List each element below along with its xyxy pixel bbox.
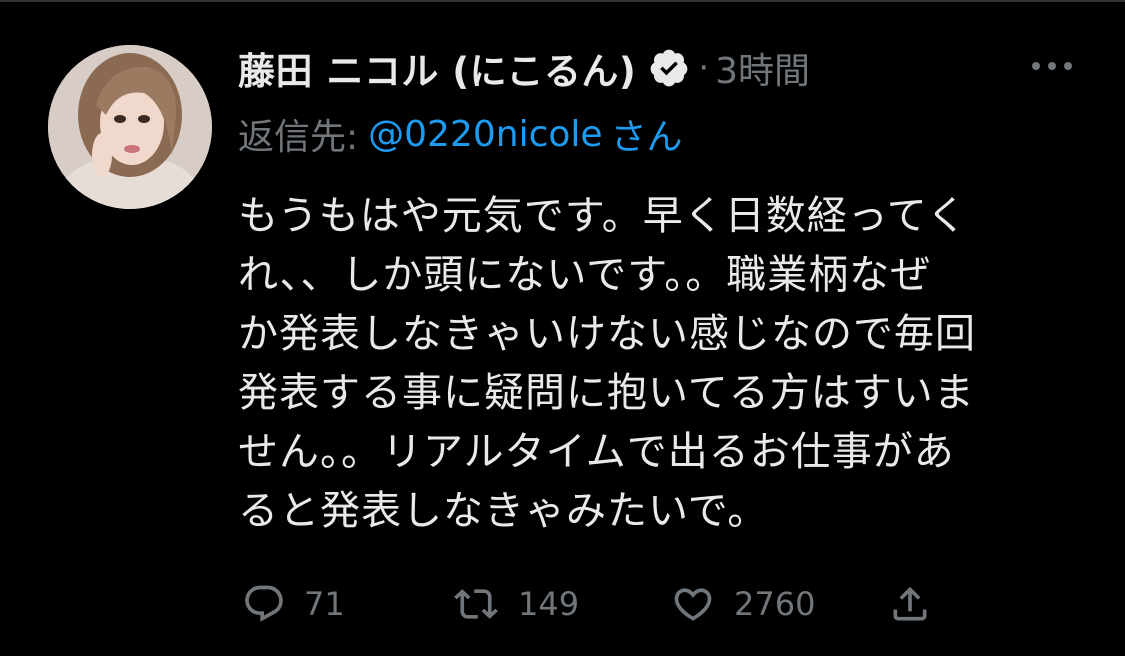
reply-icon xyxy=(242,582,286,626)
more-horizontal-icon[interactable] xyxy=(1028,50,1076,82)
share-icon xyxy=(888,582,932,626)
tweet-header: 藤田 ニコル (にこるん) · 3時間 xyxy=(238,40,810,96)
display-name[interactable]: 藤田 ニコル (にこるん) xyxy=(238,41,636,95)
tweet-text-line: ると発表しなきゃみたいで。 xyxy=(238,488,769,534)
action-bar: 71 149 2760 xyxy=(238,576,998,632)
like-button[interactable]: 2760 xyxy=(670,576,815,632)
like-count: 2760 xyxy=(734,585,816,623)
share-button[interactable] xyxy=(888,576,932,632)
reply-to-prefix: 返信先: xyxy=(238,117,359,158)
top-divider xyxy=(0,0,1125,2)
reply-button[interactable]: 71 xyxy=(242,576,345,632)
separator-dot: · xyxy=(698,48,710,88)
tweet-text-line: せん。。リアルタイムで出るお仕事があ xyxy=(238,429,955,475)
tweet-text: もうもはや元気です。早く日数経ってく れ、、しか頭にないです。。職業柄なぜ か発… xyxy=(238,187,1068,541)
reply-to-suffix: さん xyxy=(610,117,683,158)
reply-count: 71 xyxy=(304,585,345,623)
verified-badge-icon xyxy=(648,47,690,89)
reply-to-line: 返信先: @0220nicole さん xyxy=(238,108,683,160)
retweet-count: 149 xyxy=(518,585,580,623)
reply-to-handle-link[interactable]: @0220nicole xyxy=(368,114,602,155)
heart-icon xyxy=(670,582,716,626)
tweet-text-line: 発表する事に疑問に抱いてる方はすいま xyxy=(238,370,975,416)
tweet-text-line: れ、、しか頭にないです。。職業柄なぜ xyxy=(238,252,932,298)
timestamp[interactable]: 3時間 xyxy=(715,42,810,94)
tweet-text-line: もうもはや元気です。早く日数経ってく xyxy=(238,193,968,239)
tweet-text-line: か発表しなきゃいけない感じなので毎回 xyxy=(238,311,976,357)
retweet-icon xyxy=(452,582,500,626)
retweet-button[interactable]: 149 xyxy=(452,576,579,632)
avatar[interactable] xyxy=(48,45,212,209)
avatar-image xyxy=(48,45,212,209)
